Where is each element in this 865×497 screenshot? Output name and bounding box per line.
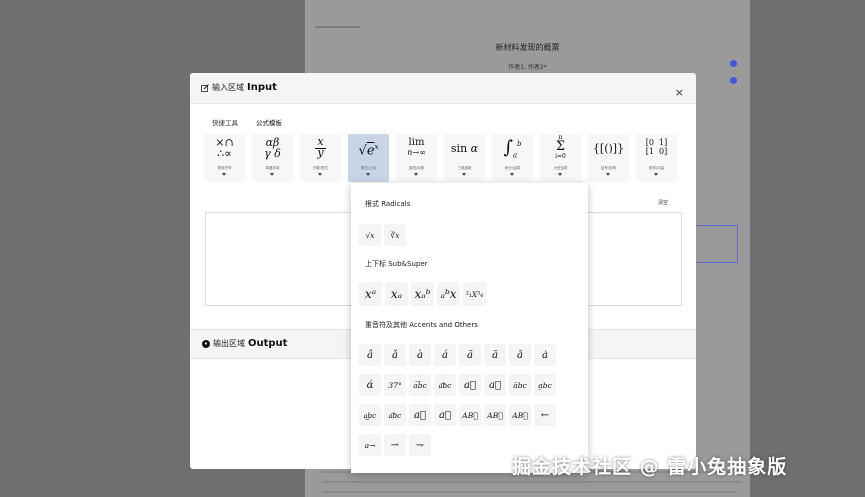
comment-badge-icon xyxy=(730,77,737,84)
accent-bar[interactable]: ā xyxy=(509,344,531,366)
accents-row-2: ά 37° a͡bc a͝bc a⃖ a⃗ a̅bc a̲bc xyxy=(359,374,556,396)
accents-row-3: a͜bc a͞bc a⃡ a⃐ AB⃖ AB⃗ AB⃡ ← xyxy=(359,404,556,426)
symbol-degree[interactable]: 37° xyxy=(384,374,406,396)
chevron-down-icon xyxy=(558,173,562,176)
close-icon[interactable]: × xyxy=(675,87,684,98)
accent-ab-both-arrow[interactable]: AB⃡ xyxy=(509,404,531,426)
document-authors: 作者1, 作者2* xyxy=(508,64,547,71)
chevron-down-icon xyxy=(654,173,658,176)
accent-right-arrow[interactable]: a⃗ xyxy=(484,374,506,396)
symbol-sqrt[interactable]: √x xyxy=(359,224,381,246)
document-title: 新材料发现的概票 xyxy=(495,43,560,52)
accent-ab-left-arrow[interactable]: AB⃖ xyxy=(459,404,481,426)
chevron-down-icon xyxy=(510,173,514,176)
template-limit[interactable]: lim n→∞ 极限/对数 xyxy=(396,134,437,182)
accents-row-1: â ǎ à á ã ă ā ȧ xyxy=(359,344,556,366)
chevron-down-icon xyxy=(318,173,322,176)
background-selection-outline xyxy=(690,225,738,263)
output-icon: • xyxy=(202,339,210,348)
accent-grave[interactable]: à xyxy=(409,344,431,366)
radical-template-dropdown: 根式 Radicals √x ∛x 上下标 Sub&Super xᵃ xₐ xₐ… xyxy=(351,183,588,473)
accent-dot[interactable]: ȧ xyxy=(534,344,556,366)
accent-ab-right-arrow[interactable]: AB⃗ xyxy=(484,404,506,426)
template-toolbar: ×∩ ∴∝ 常用符号 αβ γ δ 希腊字母 xy 分数/根式 √ex 根式/上标 … xyxy=(204,134,677,182)
symbol-four-index[interactable]: ²₁X³₄ xyxy=(463,282,486,306)
accent-underline[interactable]: a̲bc xyxy=(534,374,556,396)
tab-formula-templates[interactable]: 公式模板 xyxy=(256,117,282,127)
template-summation[interactable]: n Σi=0 大型运算 xyxy=(540,134,581,182)
accent-double-overline[interactable]: a͞bc xyxy=(384,404,406,426)
accent-both-arrow[interactable]: a⃡ xyxy=(409,404,431,426)
template-trigonometric[interactable]: sin α 三角函数 xyxy=(444,134,485,182)
template-matrix[interactable]: [0 1] [1 0] 矩阵/向量 xyxy=(636,134,677,182)
output-title-cn: 输出区域 xyxy=(213,339,245,348)
template-integral[interactable]: ∫ab 积分/运算 xyxy=(492,134,533,182)
accent-acute-alt[interactable]: ά xyxy=(359,374,381,396)
tab-bar: 快捷工具 公式模板 xyxy=(212,117,282,127)
clear-button[interactable]: 清空 xyxy=(658,199,668,206)
chevron-down-icon xyxy=(270,173,274,176)
edit-icon xyxy=(201,83,209,92)
section-title-accents: 重音符及其他 Accents and Others xyxy=(365,321,478,329)
section-title-subsuper: 上下标 Sub&Super xyxy=(365,260,428,268)
document-line xyxy=(315,26,360,28)
accent-overbrace[interactable]: a͝bc xyxy=(434,374,456,396)
input-section-header: 输入区域 Input × xyxy=(190,73,696,104)
template-fraction[interactable]: xy 分数/根式 xyxy=(300,134,341,182)
input-title-cn: 输入区域 xyxy=(212,83,244,92)
symbol-harpoon-up[interactable]: ⇀ xyxy=(384,434,406,456)
accent-overline[interactable]: a̅bc xyxy=(509,374,531,396)
symbol-harpoon-down[interactable]: ⇁ xyxy=(409,434,431,456)
accent-underarc[interactable]: a͜bc xyxy=(359,404,381,426)
document-text-line xyxy=(322,491,737,493)
chevron-down-icon xyxy=(606,173,610,176)
accent-left-arrow[interactable]: a⃖ xyxy=(459,374,481,396)
template-radical-superscript[interactable]: √ex 根式/上标 xyxy=(348,134,389,182)
accents-row-4: a→ ⇀ ⇁ xyxy=(359,434,431,456)
template-brackets[interactable]: {[()]} 括号/矩阵 xyxy=(588,134,629,182)
output-title-en: Output xyxy=(248,338,288,349)
template-common-symbols[interactable]: ×∩ ∴∝ 常用符号 xyxy=(204,134,245,182)
chevron-down-icon xyxy=(414,173,418,176)
chevron-down-icon xyxy=(462,173,466,176)
document-text-line xyxy=(322,481,742,483)
subsuper-row: xᵃ xₐ xₐᵇ ₐᵇx ²₁X³₄ xyxy=(359,282,486,306)
accent-check[interactable]: ǎ xyxy=(384,344,406,366)
accent-overarc[interactable]: a͡bc xyxy=(409,374,431,396)
symbol-left-arrow[interactable]: ← xyxy=(534,404,556,426)
section-title-radicals: 根式 Radicals xyxy=(365,200,411,208)
accent-hat[interactable]: â xyxy=(359,344,381,366)
symbol-superscript[interactable]: xᵃ xyxy=(359,282,382,306)
symbol-subscript[interactable]: xₐ xyxy=(385,282,408,306)
watermark: 掘金技术社区 @ 雷小兔抽象版 xyxy=(512,456,788,478)
template-greek-letters[interactable]: αβ γ δ 希腊字母 xyxy=(252,134,293,182)
comment-badge-icon xyxy=(730,60,737,67)
accent-breve[interactable]: ă xyxy=(484,344,506,366)
accent-acute[interactable]: á xyxy=(434,344,456,366)
chevron-down-icon xyxy=(366,173,370,176)
tab-quick-tools[interactable]: 快捷工具 xyxy=(212,117,238,127)
symbol-sub-super[interactable]: xₐᵇ xyxy=(411,282,434,306)
input-title-en: Input xyxy=(247,82,277,93)
symbol-cube-root[interactable]: ∛x xyxy=(384,224,406,246)
symbol-xrightarrow[interactable]: a→ xyxy=(359,434,381,456)
accent-harpoon[interactable]: a⃐ xyxy=(434,404,456,426)
symbol-left-sub-super[interactable]: ₐᵇx xyxy=(437,282,460,306)
radicals-row: √x ∛x xyxy=(359,224,406,246)
chevron-down-icon xyxy=(222,173,226,176)
accent-tilde[interactable]: ã xyxy=(459,344,481,366)
